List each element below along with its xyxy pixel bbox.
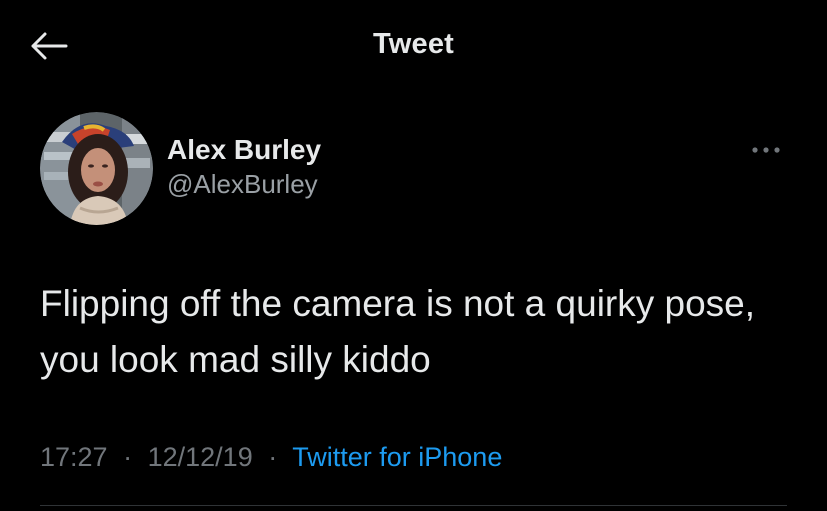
tweet-time: 17:27 — [40, 442, 108, 472]
top-bar: Tweet — [0, 0, 827, 92]
page-title: Tweet — [372, 28, 455, 60]
author-display-name[interactable]: Alex Burley — [167, 133, 321, 167]
meta-separator: · — [123, 442, 133, 472]
tweet-date: 12/12/19 — [147, 442, 253, 472]
author-handle[interactable]: @AlexBurley — [167, 167, 321, 201]
more-horizontal-icon — [752, 147, 780, 153]
tweet-author: Alex Burley @AlexBurley — [167, 133, 321, 201]
more-options-button[interactable] — [746, 136, 786, 164]
profile-photo — [40, 112, 153, 225]
tweet-metadata: 17:27 · 12/12/19 · Twitter for iPhone — [40, 437, 502, 477]
divider — [40, 505, 787, 506]
meta-separator: · — [268, 442, 278, 472]
tweet-text: Flipping off the camera is not a quirky … — [40, 283, 756, 380]
tweet-source-link[interactable]: Twitter for iPhone — [292, 442, 502, 472]
avatar[interactable] — [40, 112, 153, 225]
